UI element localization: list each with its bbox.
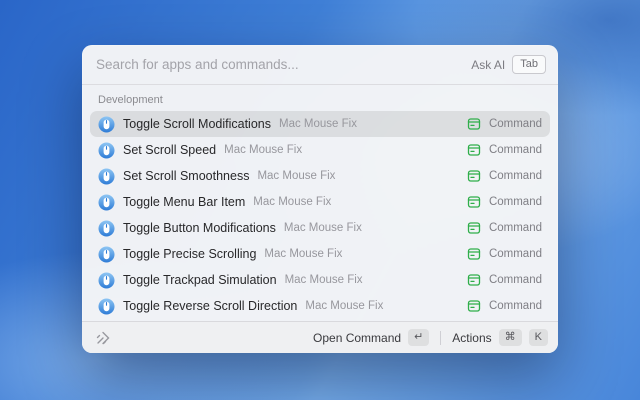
- command-title: Toggle Menu Bar Item: [123, 195, 245, 209]
- mouse-app-icon: [98, 272, 115, 289]
- command-subtitle: Mac Mouse Fix: [279, 118, 357, 130]
- mouse-app-icon: [98, 142, 115, 159]
- command-type-label: Command: [489, 248, 542, 260]
- ask-ai-button[interactable]: Ask AI Tab: [471, 55, 546, 74]
- list-item[interactable]: Toggle Button Modifications Mac Mouse Fi…: [90, 215, 550, 241]
- command-subtitle: Mac Mouse Fix: [257, 170, 335, 182]
- cmd-key-badge: ⌘: [499, 329, 522, 346]
- mouse-app-icon: [98, 194, 115, 211]
- command-type-label: Command: [489, 300, 542, 312]
- mouse-app-icon: [98, 298, 115, 315]
- list-item[interactable]: Toggle Trackpad Simulation Mac Mouse Fix…: [90, 267, 550, 293]
- command-title: Toggle Trackpad Simulation: [123, 273, 277, 287]
- command-subtitle: Mac Mouse Fix: [285, 274, 363, 286]
- command-subtitle: Mac Mouse Fix: [253, 196, 331, 208]
- list-item[interactable]: Set Scroll Smoothness Mac Mouse Fix Comm…: [90, 163, 550, 189]
- list-item[interactable]: Toggle Reverse Scroll Direction Mac Mous…: [90, 293, 550, 319]
- mouse-app-icon: [98, 220, 115, 237]
- k-key-badge: K: [529, 329, 548, 346]
- command-type-icon: [467, 117, 481, 131]
- actions-label: Actions: [452, 331, 491, 345]
- command-type-icon: [467, 299, 481, 313]
- command-title: Toggle Button Modifications: [123, 221, 276, 235]
- command-title: Toggle Scroll Modifications: [123, 117, 271, 131]
- command-type-icon: [467, 221, 481, 235]
- ask-ai-label: Ask AI: [471, 58, 505, 72]
- raycast-logo-icon: [94, 329, 112, 347]
- open-command-button[interactable]: Open Command ↵: [313, 329, 429, 346]
- search-input[interactable]: [96, 57, 471, 72]
- list-item[interactable]: Set Scroll Speed Mac Mouse Fix Command: [90, 137, 550, 163]
- footer-divider: [440, 331, 441, 345]
- command-type-label: Command: [489, 118, 542, 130]
- command-type-icon: [467, 143, 481, 157]
- command-title: Set Scroll Smoothness: [123, 169, 249, 183]
- launcher-window: Ask AI Tab Development Toggle Scroll Mod…: [82, 45, 558, 353]
- search-bar: Ask AI Tab: [82, 45, 558, 85]
- command-type-label: Command: [489, 144, 542, 156]
- command-type-icon: [467, 247, 481, 261]
- list-item[interactable]: Toggle Precise Scrolling Mac Mouse Fix C…: [90, 241, 550, 267]
- command-title: Toggle Reverse Scroll Direction: [123, 299, 297, 313]
- open-command-label: Open Command: [313, 331, 401, 345]
- actions-button[interactable]: Actions ⌘ K: [452, 329, 548, 346]
- mouse-app-icon: [98, 246, 115, 263]
- command-subtitle: Mac Mouse Fix: [284, 222, 362, 234]
- footer-bar: Open Command ↵ Actions ⌘ K: [82, 321, 558, 353]
- list-item[interactable]: Toggle Scroll Modifications Mac Mouse Fi…: [90, 111, 550, 137]
- mouse-app-icon: [98, 116, 115, 133]
- command-type-label: Command: [489, 196, 542, 208]
- section-header: Development: [82, 87, 558, 111]
- command-title: Set Scroll Speed: [123, 143, 216, 157]
- command-subtitle: Mac Mouse Fix: [224, 144, 302, 156]
- command-type-icon: [467, 195, 481, 209]
- command-subtitle: Mac Mouse Fix: [305, 300, 383, 312]
- command-type-label: Command: [489, 170, 542, 182]
- list-item[interactable]: Toggle Menu Bar Item Mac Mouse Fix Comma…: [90, 189, 550, 215]
- enter-key-badge: ↵: [408, 329, 429, 346]
- tab-key-badge: Tab: [512, 55, 546, 74]
- command-type-label: Command: [489, 222, 542, 234]
- command-type-icon: [467, 169, 481, 183]
- mouse-app-icon: [98, 168, 115, 185]
- command-title: Toggle Precise Scrolling: [123, 247, 256, 261]
- results-list: Development Toggle Scroll Modifications …: [82, 85, 558, 321]
- command-type-icon: [467, 273, 481, 287]
- command-subtitle: Mac Mouse Fix: [264, 248, 342, 260]
- command-type-label: Command: [489, 274, 542, 286]
